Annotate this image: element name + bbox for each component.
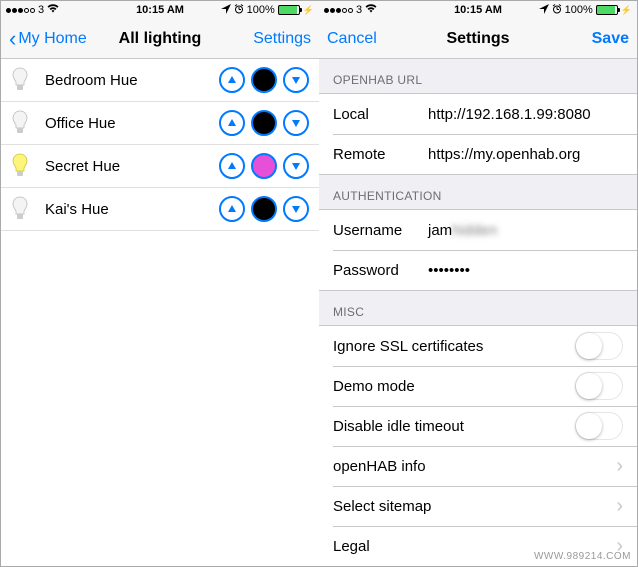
watermark: WWW.989214.COM <box>534 551 631 562</box>
wifi-icon <box>47 4 59 16</box>
password-field[interactable]: •••••••• <box>428 262 623 279</box>
cell-remote-url[interactable]: Remote https://my.openhab.org <box>319 134 637 174</box>
page-title: All lighting <box>119 30 202 48</box>
section-header-misc: MISC <box>319 291 637 325</box>
ignore-ssl-toggle[interactable] <box>575 332 623 360</box>
battery-icon <box>596 5 618 15</box>
demo-mode-toggle[interactable] <box>575 372 623 400</box>
brightness-up-button[interactable] <box>219 153 245 179</box>
wifi-icon <box>365 4 377 16</box>
status-time: 10:15 AM <box>136 4 184 16</box>
charging-icon: ⚡ <box>303 5 314 16</box>
cell-disable-idle[interactable]: Disable idle timeout <box>319 406 637 446</box>
cell-label: Demo mode <box>333 378 415 395</box>
brightness-down-button[interactable] <box>283 153 309 179</box>
nav-bar: ‹ My Home All lighting Settings <box>1 19 319 59</box>
cell-label: Disable idle timeout <box>333 418 464 435</box>
cell-demo-mode[interactable]: Demo mode <box>319 366 637 406</box>
cell-openhab-info[interactable]: openHAB info › <box>319 446 637 486</box>
battery-pct: 100% <box>565 4 593 16</box>
cell-label: Local <box>333 106 428 123</box>
cell-username[interactable]: Username jamhidden <box>319 210 637 250</box>
cancel-button[interactable]: Cancel <box>327 30 377 48</box>
username-field[interactable]: jamhidden <box>428 222 623 239</box>
item-label: Secret Hue <box>45 158 219 175</box>
chevron-right-icon: › <box>616 455 623 478</box>
save-button[interactable]: Save <box>592 30 629 48</box>
bulb-icon <box>9 194 31 224</box>
carrier-label: 3 <box>38 4 44 16</box>
brightness-up-button[interactable] <box>219 110 245 136</box>
local-url-field[interactable]: http://192.168.1.99:8080 <box>428 106 623 123</box>
item-label: Bedroom Hue <box>45 72 219 89</box>
color-indicator[interactable] <box>251 196 277 222</box>
settings-button[interactable]: Settings <box>253 30 311 48</box>
cell-ignore-ssl[interactable]: Ignore SSL certificates <box>319 326 637 366</box>
section-header-auth: AUTHENTICATION <box>319 175 637 209</box>
charging-icon: ⚡ <box>621 5 632 16</box>
cell-label: Select sitemap <box>333 498 431 515</box>
back-chevron-icon[interactable]: ‹ <box>9 28 16 50</box>
alarm-icon <box>552 4 562 17</box>
nav-bar: Cancel Settings Save <box>319 19 637 59</box>
location-icon <box>539 4 549 17</box>
bulb-icon <box>9 151 31 181</box>
cell-local-url[interactable]: Local http://192.168.1.99:8080 <box>319 94 637 134</box>
cell-label: Remote <box>333 146 428 163</box>
cell-label: Username <box>333 222 428 239</box>
remote-url-field[interactable]: https://my.openhab.org <box>428 146 623 163</box>
signal-strength-icon <box>6 8 35 13</box>
brightness-down-button[interactable] <box>283 67 309 93</box>
brightness-up-button[interactable] <box>219 67 245 93</box>
cell-label: Ignore SSL certificates <box>333 338 483 355</box>
list-item[interactable]: Office Hue <box>1 102 319 145</box>
color-indicator[interactable] <box>251 153 277 179</box>
disable-idle-toggle[interactable] <box>575 412 623 440</box>
cell-label: Legal <box>333 538 370 555</box>
color-indicator[interactable] <box>251 67 277 93</box>
status-bar: 3 10:15 AM 100% ⚡ <box>1 1 319 19</box>
cell-select-sitemap[interactable]: Select sitemap › <box>319 486 637 526</box>
back-button[interactable]: My Home <box>18 30 86 48</box>
status-bar: 3 10:15 AM 100% ⚡ <box>319 1 637 19</box>
brightness-up-button[interactable] <box>219 196 245 222</box>
brightness-down-button[interactable] <box>283 110 309 136</box>
chevron-right-icon: › <box>616 495 623 518</box>
list-item[interactable]: Kai's Hue <box>1 188 319 231</box>
carrier-label: 3 <box>356 4 362 16</box>
phone-right: 3 10:15 AM 100% ⚡ Cancel Settings Save <box>319 1 637 566</box>
location-icon <box>221 4 231 17</box>
phone-left: 3 10:15 AM 100% ⚡ ‹ My Home All lighting… <box>1 1 319 566</box>
cell-label: Password <box>333 262 428 279</box>
list-item[interactable]: Bedroom Hue <box>1 59 319 102</box>
battery-icon <box>278 5 300 15</box>
color-indicator[interactable] <box>251 110 277 136</box>
item-label: Kai's Hue <box>45 201 219 218</box>
item-label: Office Hue <box>45 115 219 132</box>
battery-pct: 100% <box>247 4 275 16</box>
settings-body[interactable]: OPENHAB URL Local http://192.168.1.99:80… <box>319 59 637 566</box>
lighting-list: Bedroom Hue Office Hue <box>1 59 319 231</box>
bulb-icon <box>9 65 31 95</box>
status-time: 10:15 AM <box>454 4 502 16</box>
section-header-url: OPENHAB URL <box>319 59 637 93</box>
alarm-icon <box>234 4 244 17</box>
list-item[interactable]: Secret Hue <box>1 145 319 188</box>
cell-label: openHAB info <box>333 458 426 475</box>
brightness-down-button[interactable] <box>283 196 309 222</box>
page-title: Settings <box>446 30 509 48</box>
signal-strength-icon <box>324 8 353 13</box>
bulb-icon <box>9 108 31 138</box>
cell-password[interactable]: Password •••••••• <box>319 250 637 290</box>
